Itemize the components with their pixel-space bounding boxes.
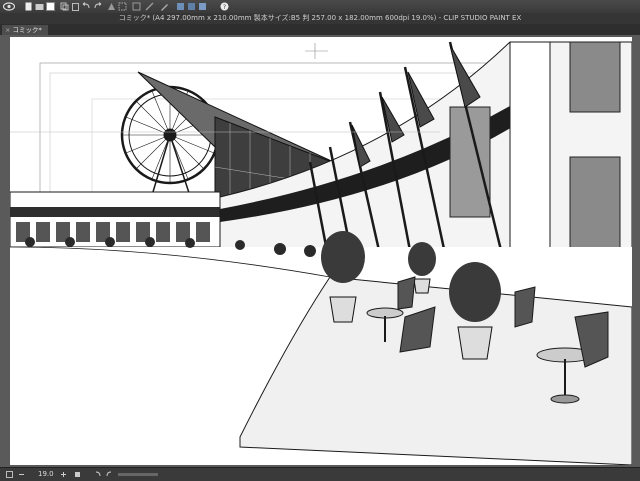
fill-bucket-icon[interactable] <box>176 2 185 11</box>
svg-text:?: ? <box>223 4 226 11</box>
rotation-slider[interactable] <box>118 473 158 476</box>
undo-icon[interactable] <box>82 2 91 11</box>
zoom-level[interactable]: 19.0 <box>38 468 54 481</box>
save-icon[interactable] <box>46 2 55 11</box>
fit-icon[interactable] <box>74 471 81 478</box>
rotate-right-icon[interactable] <box>106 471 113 478</box>
paste-icon[interactable] <box>71 2 80 11</box>
fill-icon[interactable] <box>107 2 116 11</box>
left-building-band <box>10 207 220 217</box>
new-icon[interactable] <box>24 2 33 11</box>
window-title: コミック* (A4 297.00mm x 210.00mm 製本サイズ:B5 判… <box>0 13 640 24</box>
help-icon[interactable]: ? <box>220 2 229 11</box>
ruler-icon[interactable] <box>145 2 154 11</box>
tab-label: コミック* <box>12 26 42 34</box>
eraser-icon[interactable] <box>187 2 196 11</box>
zoom-out-icon[interactable] <box>18 471 25 478</box>
mall-illustration <box>10 41 632 465</box>
canvas-area[interactable] <box>0 35 640 467</box>
transform-icon[interactable] <box>118 2 127 11</box>
tab-bar: × コミック* <box>0 24 640 35</box>
copy-icon[interactable] <box>60 2 69 11</box>
right-window-upper <box>569 41 621 113</box>
tab-close-icon[interactable]: × <box>5 26 13 34</box>
status-bar: 19.0 <box>0 467 640 481</box>
navigator-icon[interactable] <box>6 471 13 478</box>
blend-icon[interactable] <box>198 2 207 11</box>
toolbar: ? <box>0 0 640 14</box>
redo-icon[interactable] <box>93 2 102 11</box>
canvas-artwork[interactable] <box>10 37 632 465</box>
selection-icon[interactable] <box>132 2 141 11</box>
rotate-left-icon[interactable] <box>94 471 101 478</box>
open-icon[interactable] <box>35 2 44 11</box>
tab-comic[interactable]: × コミック* <box>2 25 48 35</box>
pen-icon[interactable] <box>160 2 169 11</box>
zoom-in-icon[interactable] <box>60 471 67 478</box>
app-menu-icon[interactable] <box>3 2 15 11</box>
